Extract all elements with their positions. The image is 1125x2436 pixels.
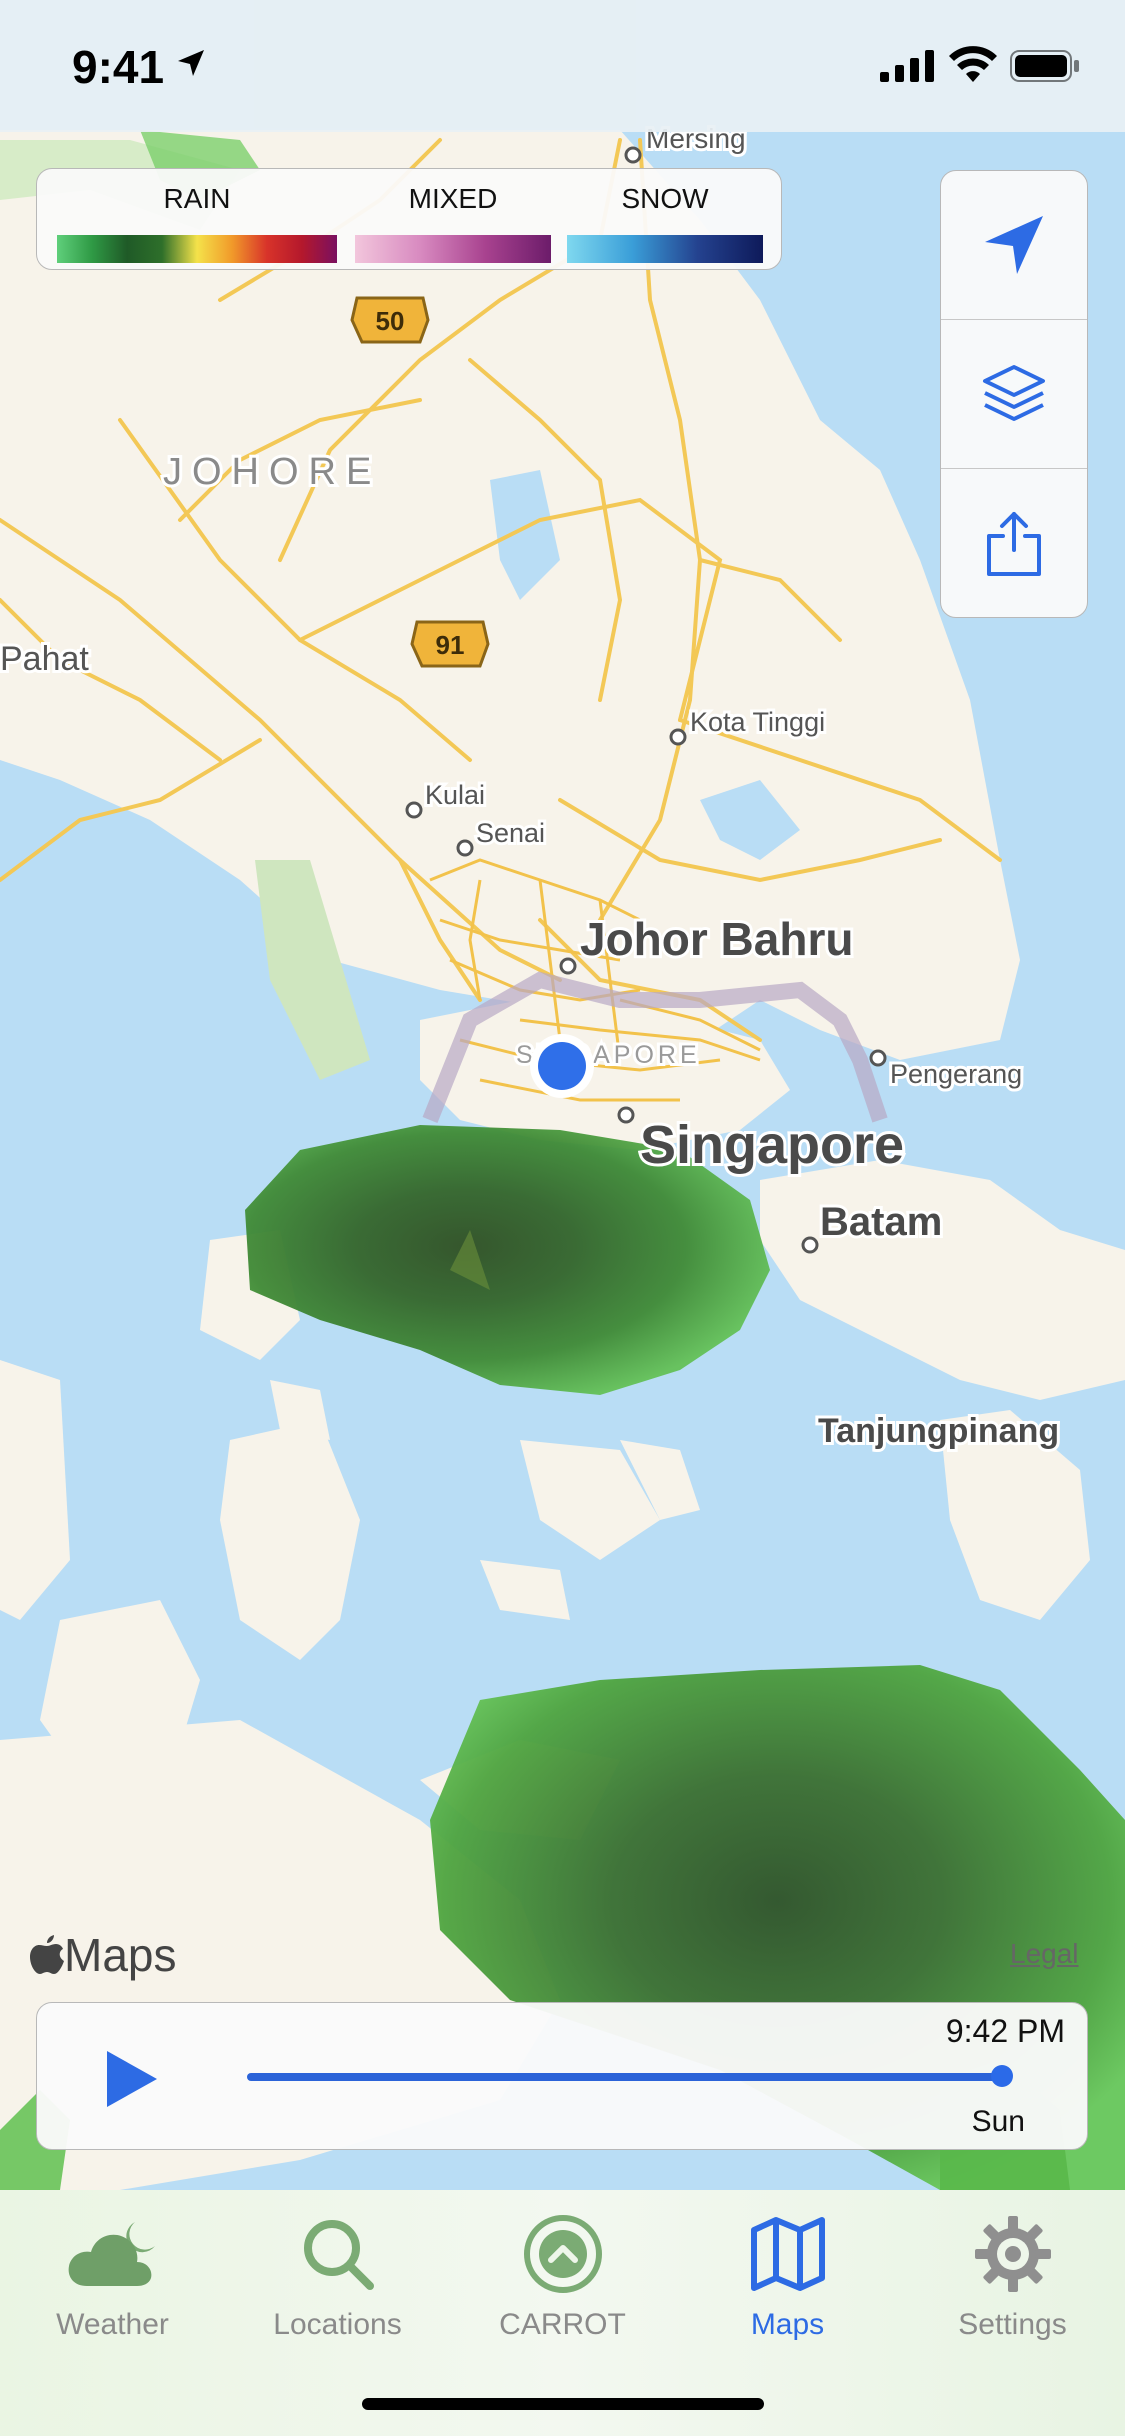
playback-time: 9:42 PM <box>945 2013 1065 2049</box>
locate-me-button[interactable] <box>941 171 1087 319</box>
route-91-shield: 91 <box>410 620 490 668</box>
map-label-tanjungpinang: Tanjungpinang <box>818 1412 1059 1450</box>
map-controls <box>940 170 1088 618</box>
legend-mixed: MIXED <box>355 183 551 263</box>
home-indicator[interactable] <box>362 2398 764 2410</box>
cellular-signal-icon <box>880 50 934 82</box>
legend-snow: SNOW <box>567 183 763 263</box>
cloud-moon-icon <box>68 2222 155 2286</box>
legend-mixed-scale <box>355 235 551 263</box>
apple-maps-logo: Maps <box>30 1928 176 1982</box>
map-label-batam: Batam <box>820 1200 942 1244</box>
tab-settings[interactable]: Settings <box>900 2204 1125 2354</box>
map-label-singapore: Singapore <box>640 1115 904 1175</box>
route-50-label: 50 <box>376 306 405 336</box>
share-icon <box>987 512 1041 576</box>
tab-settings-label: Settings <box>958 2308 1067 2341</box>
map-label-pengerang: Pengerang <box>890 1059 1022 1089</box>
layers-icon <box>983 365 1045 421</box>
location-arrow-icon <box>985 216 1043 274</box>
tab-weather-label: Weather <box>56 2308 169 2341</box>
map-icon <box>750 2217 825 2291</box>
tab-maps[interactable]: Maps <box>675 2204 900 2354</box>
battery-icon <box>1010 50 1079 82</box>
tab-maps-label: Maps <box>750 2308 825 2341</box>
legend-rain-label: RAIN <box>163 183 231 214</box>
legend-snow-label: SNOW <box>621 183 709 214</box>
legend-mixed-label: MIXED <box>408 183 498 214</box>
tab-locations-label: Locations <box>273 2308 402 2341</box>
tab-carrot-label: CARROT <box>499 2308 626 2341</box>
legend-rain: RAIN <box>57 183 337 263</box>
current-location-marker[interactable] <box>530 1034 594 1098</box>
play-button[interactable] <box>103 2049 159 2109</box>
apple-logo-icon <box>30 1935 64 1974</box>
map-label-kulai: Kulai <box>425 780 485 810</box>
maps-brand-text: Maps <box>64 1929 177 1981</box>
legend-rain-scale <box>57 235 337 263</box>
timeline-thumb[interactable] <box>991 2065 1013 2087</box>
carrot-chevron-icon <box>523 2215 602 2293</box>
tab-weather[interactable]: Weather <box>0 2204 225 2354</box>
map-label-pahat: Pahat <box>0 640 89 678</box>
tab-carrot[interactable]: CARROT <box>450 2204 675 2354</box>
timeline-slider[interactable] <box>247 2073 1001 2081</box>
gear-icon <box>974 2216 1051 2292</box>
radar-playback-panel: 9:42 PM Sun <box>36 2002 1088 2150</box>
map-label-johore: JOHORE <box>163 451 381 493</box>
map-label-senai: Senai <box>476 818 545 848</box>
location-services-icon <box>178 50 204 76</box>
route-91-label: 91 <box>436 630 465 660</box>
status-time: 9:41 <box>72 41 165 93</box>
map-label-kota-tinggi: Kota Tinggi <box>690 707 825 737</box>
map-layers-button[interactable] <box>941 320 1087 468</box>
share-button[interactable] <box>941 469 1087 617</box>
legal-link[interactable]: Legal <box>1010 1938 1079 1970</box>
legend-snow-scale <box>567 235 763 263</box>
precipitation-legend: RAIN MIXED SNOW <box>36 168 782 270</box>
tab-locations[interactable]: Locations <box>225 2204 450 2354</box>
search-icon <box>303 2220 374 2290</box>
status-bar: 9:41 <box>0 0 1125 132</box>
route-50-shield: 50 <box>350 296 430 344</box>
playback-day: Sun <box>971 2105 1025 2138</box>
wifi-icon <box>949 46 997 82</box>
map-label-johor-bahru: Johor Bahru <box>580 913 853 965</box>
